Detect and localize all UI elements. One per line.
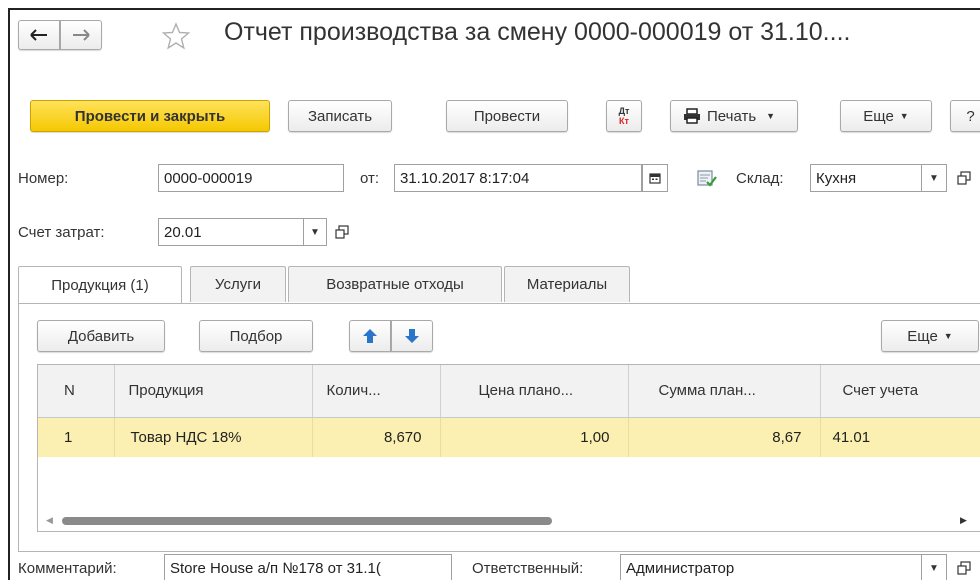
cost-account-open-button[interactable] — [330, 218, 354, 246]
document-window: Отчет производства за смену 0000-000019 … — [8, 8, 980, 580]
date-field[interactable]: 31.10.2017 8:17:04 — [394, 164, 642, 192]
tabs-bar: Продукция (1) Услуги Возвратные отходы М… — [18, 266, 980, 304]
number-label: Номер: — [18, 170, 69, 187]
cell-account[interactable]: 41.01 — [820, 417, 980, 457]
chevron-down-icon: ▼ — [899, 111, 909, 121]
move-down-button[interactable] — [391, 320, 433, 352]
column-header[interactable]: Продукция — [114, 365, 313, 418]
cost-account-label: Счет затрат: — [18, 224, 105, 241]
cell-planned-price[interactable]: 1,00 — [440, 417, 629, 457]
open-window-icon — [335, 225, 349, 239]
add-button[interactable]: Добавить — [37, 320, 165, 352]
tab-content: Добавить Подбор Еще ▼ N Продукция Колич.… — [18, 303, 980, 552]
table-header-row: N Продукция Колич... Цена плано... Сумма… — [38, 365, 980, 418]
products-table: N Продукция Колич... Цена плано... Сумма… — [37, 364, 980, 532]
cell-planned-sum[interactable]: 8,67 — [628, 417, 821, 457]
favorite-star-icon[interactable] — [161, 22, 191, 50]
tab-products[interactable]: Продукция (1) — [18, 266, 182, 304]
dt-kt-button[interactable]: Дт Кт — [606, 100, 642, 132]
cell-n[interactable]: 1 — [38, 417, 115, 457]
warehouse-label: Склад: — [736, 170, 784, 187]
open-window-icon — [957, 171, 971, 185]
chevron-down-icon: ▼ — [929, 562, 939, 574]
cost-account-field[interactable]: 20.01 — [158, 218, 304, 246]
chevron-down-icon: ▼ — [943, 331, 953, 341]
document-check-icon[interactable] — [696, 167, 718, 189]
column-header[interactable]: Колич... — [312, 365, 441, 418]
dt-kt-icon: Дт Кт — [618, 106, 630, 126]
responsible-label: Ответственный: — [472, 560, 584, 577]
tab-returnable-waste[interactable]: Возвратные отходы — [288, 266, 502, 302]
comment-field[interactable]: Store House а/п №178 от 31.1( — [164, 554, 452, 580]
table-more-button[interactable]: Еще ▼ — [881, 320, 979, 352]
date-label: от: — [360, 170, 380, 187]
column-header[interactable]: Цена плано... — [440, 365, 629, 418]
printer-icon — [684, 108, 700, 124]
chevron-down-icon: ▼ — [929, 172, 939, 184]
comment-label: Комментарий: — [18, 560, 117, 577]
arrow-right-icon — [73, 29, 90, 41]
arrow-up-icon — [363, 329, 377, 343]
open-window-icon — [957, 561, 971, 575]
post-and-close-button[interactable]: Провести и закрыть — [30, 100, 270, 132]
nav-forward-button[interactable] — [60, 20, 102, 50]
column-header[interactable]: Сумма план... — [628, 365, 821, 418]
warehouse-dropdown-button[interactable]: ▼ — [921, 164, 947, 192]
tab-services[interactable]: Услуги — [190, 266, 286, 302]
cell-quantity[interactable]: 8,670 — [312, 417, 441, 457]
post-button[interactable]: Провести — [446, 100, 568, 132]
calendar-button[interactable] — [642, 164, 668, 192]
responsible-open-button[interactable] — [952, 554, 976, 580]
warehouse-open-button[interactable] — [952, 164, 976, 192]
chevron-down-icon: ▼ — [766, 111, 776, 121]
responsible-dropdown-button[interactable]: ▼ — [921, 554, 947, 580]
responsible-field[interactable]: Администратор — [620, 554, 922, 580]
select-button[interactable]: Подбор — [199, 320, 313, 352]
scrollbar-thumb[interactable] — [62, 517, 552, 525]
print-button[interactable]: Печать ▼ — [670, 100, 798, 132]
save-button[interactable]: Записать — [288, 100, 392, 132]
tabs-panel: Продукция (1) Услуги Возвратные отходы М… — [18, 266, 980, 552]
column-header[interactable]: Счет учета — [820, 365, 980, 418]
table-row[interactable]: 1 Товар НДС 18% 8,670 1,00 8,67 41.01 — [38, 417, 980, 457]
cost-account-dropdown-button[interactable]: ▼ — [303, 218, 327, 246]
number-field[interactable]: 0000-000019 — [158, 164, 344, 192]
column-header[interactable]: N — [38, 365, 115, 418]
calendar-icon — [649, 173, 661, 184]
warehouse-field[interactable]: Кухня — [810, 164, 922, 192]
more-button[interactable]: Еще ▼ — [840, 100, 932, 132]
scroll-left-icon[interactable]: ◀ — [46, 515, 53, 526]
arrow-down-icon — [405, 329, 419, 343]
nav-back-button[interactable] — [18, 20, 60, 50]
scroll-right-icon[interactable]: ▶ — [960, 515, 967, 526]
tab-materials[interactable]: Материалы — [504, 266, 630, 302]
cell-product[interactable]: Товар НДС 18% — [114, 417, 313, 457]
horizontal-scrollbar[interactable]: ◀ ▶ — [38, 511, 980, 531]
help-button[interactable]: ? — [950, 100, 980, 132]
move-up-button[interactable] — [349, 320, 391, 352]
arrow-left-icon — [30, 29, 47, 41]
window-title: Отчет производства за смену 0000-000019 … — [224, 18, 851, 46]
chevron-down-icon: ▼ — [310, 226, 320, 238]
